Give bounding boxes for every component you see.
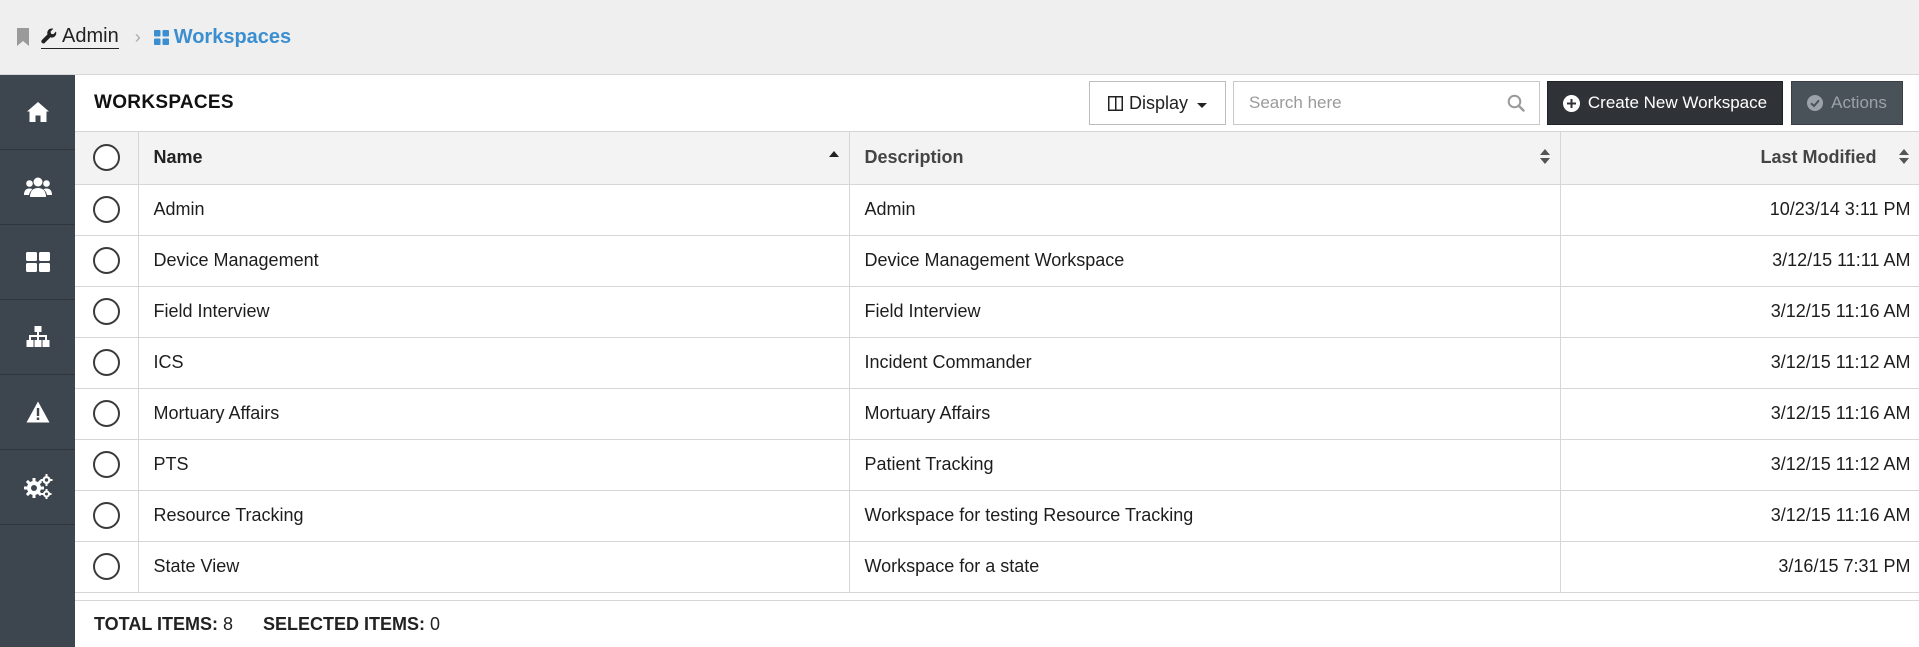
row-checkbox[interactable] bbox=[92, 451, 120, 478]
columns-icon bbox=[1107, 95, 1123, 111]
grid-icon bbox=[153, 29, 169, 45]
sort-icon bbox=[1539, 149, 1550, 167]
page-title: WORKSPACES bbox=[94, 92, 234, 113]
sidebar-item-home[interactable] bbox=[0, 75, 75, 150]
select-all-checkbox[interactable] bbox=[92, 144, 120, 172]
cell-description: Device Management Workspace bbox=[849, 235, 1561, 287]
table-row[interactable]: Field Interview Field Interview 3/12/15 … bbox=[75, 286, 1919, 338]
table-row[interactable]: PTS Patient Tracking 3/12/15 11:12 AM bbox=[75, 439, 1919, 491]
table-row[interactable]: ICS Incident Commander 3/12/15 11:12 AM bbox=[75, 337, 1919, 389]
gears-icon bbox=[23, 474, 52, 499]
select-all-cell bbox=[75, 132, 139, 185]
selected-items-label: SELECTED ITEMS: bbox=[263, 613, 426, 634]
search-input[interactable] bbox=[1234, 82, 1494, 124]
table-row[interactable]: Device Management Device Management Work… bbox=[75, 235, 1919, 287]
column-header-name[interactable]: Name bbox=[138, 132, 850, 185]
cell-last-modified: 3/12/15 11:12 AM bbox=[1560, 439, 1919, 491]
sort-ascending-icon bbox=[828, 151, 839, 157]
column-header-last-modified[interactable]: Last Modified bbox=[1560, 132, 1919, 185]
create-workspace-label: Create New Workspace bbox=[1587, 93, 1768, 112]
cell-description: Field Interview bbox=[849, 286, 1561, 338]
display-button[interactable]: Display bbox=[1089, 81, 1226, 125]
actions-label: Actions bbox=[1831, 93, 1887, 112]
create-workspace-button[interactable]: Create New Workspace bbox=[1547, 81, 1783, 125]
sidebar-item-organization[interactable] bbox=[0, 300, 75, 375]
cell-name: Resource Tracking bbox=[138, 490, 850, 542]
grid-icon bbox=[25, 252, 50, 272]
breadcrumb-bar: Admin › Workspaces bbox=[0, 0, 1919, 75]
actions-button[interactable]: Actions bbox=[1791, 81, 1903, 125]
cell-last-modified: 3/16/15 7:31 PM bbox=[1560, 541, 1919, 593]
sidebar-item-users[interactable] bbox=[0, 150, 75, 225]
cell-last-modified: 3/12/15 11:16 AM bbox=[1560, 388, 1919, 440]
sidebar-item-settings[interactable] bbox=[0, 450, 75, 525]
table-row[interactable]: Admin Admin 10/23/14 3:11 PM bbox=[75, 184, 1919, 236]
cell-name: Device Management bbox=[138, 235, 850, 287]
warning-icon bbox=[26, 401, 49, 423]
display-button-label: Display bbox=[1128, 92, 1189, 113]
breadcrumb-current: Workspaces bbox=[153, 25, 292, 49]
row-checkbox[interactable] bbox=[92, 196, 120, 223]
cell-name: Admin bbox=[138, 184, 850, 236]
workspaces-table: Name Description Last Modified Admin Adm… bbox=[75, 132, 1919, 593]
cell-description: Patient Tracking bbox=[849, 439, 1561, 491]
table-row[interactable]: Mortuary Affairs Mortuary Affairs 3/12/1… bbox=[75, 388, 1919, 440]
cell-last-modified: 3/12/15 11:12 AM bbox=[1560, 337, 1919, 389]
cell-description: Mortuary Affairs bbox=[849, 388, 1561, 440]
users-icon bbox=[23, 177, 52, 197]
row-checkbox[interactable] bbox=[92, 247, 120, 274]
sitemap-icon bbox=[26, 326, 49, 347]
row-checkbox[interactable] bbox=[92, 502, 120, 529]
plus-circle-icon bbox=[1562, 94, 1580, 112]
sort-icon bbox=[1898, 149, 1909, 167]
cell-last-modified: 3/12/15 11:16 AM bbox=[1560, 286, 1919, 338]
search-box bbox=[1233, 81, 1540, 125]
home-icon bbox=[26, 102, 49, 122]
cell-name: Field Interview bbox=[138, 286, 850, 338]
table-footer: TOTAL ITEMS: 8 SELECTED ITEMS: 0 bbox=[75, 600, 1919, 647]
wrench-icon bbox=[41, 28, 57, 44]
cell-name: Mortuary Affairs bbox=[138, 388, 850, 440]
row-checkbox[interactable] bbox=[92, 553, 120, 580]
cell-description: Incident Commander bbox=[849, 337, 1561, 389]
sidebar-item-alerts[interactable] bbox=[0, 375, 75, 450]
toolbar: WORKSPACES Display Create New Workspace … bbox=[75, 75, 1919, 132]
cell-name: PTS bbox=[138, 439, 850, 491]
row-checkbox[interactable] bbox=[92, 349, 120, 376]
search-icon[interactable] bbox=[1507, 94, 1525, 112]
cell-last-modified: 3/12/15 11:11 AM bbox=[1560, 235, 1919, 287]
row-checkbox[interactable] bbox=[92, 298, 120, 325]
total-items-value: 8 bbox=[223, 613, 234, 634]
check-circle-icon bbox=[1807, 95, 1824, 111]
cell-description: Workspace for testing Resource Tracking bbox=[849, 490, 1561, 542]
table-row[interactable]: Resource Tracking Workspace for testing … bbox=[75, 490, 1919, 542]
table-row[interactable]: State View Workspace for a state 3/16/15… bbox=[75, 541, 1919, 593]
breadcrumb-admin-label: Admin bbox=[62, 25, 119, 47]
main-panel: WORKSPACES Display Create New Workspace … bbox=[75, 75, 1919, 647]
cell-name: State View bbox=[138, 541, 850, 593]
selected-items-value: 0 bbox=[430, 613, 441, 634]
cell-last-modified: 3/12/15 11:16 AM bbox=[1560, 490, 1919, 542]
column-header-description[interactable]: Description bbox=[849, 132, 1561, 185]
sidebar bbox=[0, 75, 75, 647]
cell-last-modified: 10/23/14 3:11 PM bbox=[1560, 184, 1919, 236]
bookmark-icon[interactable] bbox=[16, 28, 30, 46]
breadcrumb-admin-link[interactable]: Admin bbox=[41, 25, 119, 49]
cell-description: Workspace for a state bbox=[849, 541, 1561, 593]
caret-down-icon bbox=[1197, 103, 1208, 108]
table-header-row: Name Description Last Modified bbox=[75, 132, 1919, 185]
cell-name: ICS bbox=[138, 337, 850, 389]
cell-description: Admin bbox=[849, 184, 1561, 236]
row-checkbox[interactable] bbox=[92, 400, 120, 427]
breadcrumb-current-label: Workspaces bbox=[173, 25, 292, 48]
sidebar-item-workspaces[interactable] bbox=[0, 225, 75, 300]
total-items-label: TOTAL ITEMS: bbox=[94, 613, 218, 634]
chevron-right-icon: › bbox=[134, 26, 141, 47]
